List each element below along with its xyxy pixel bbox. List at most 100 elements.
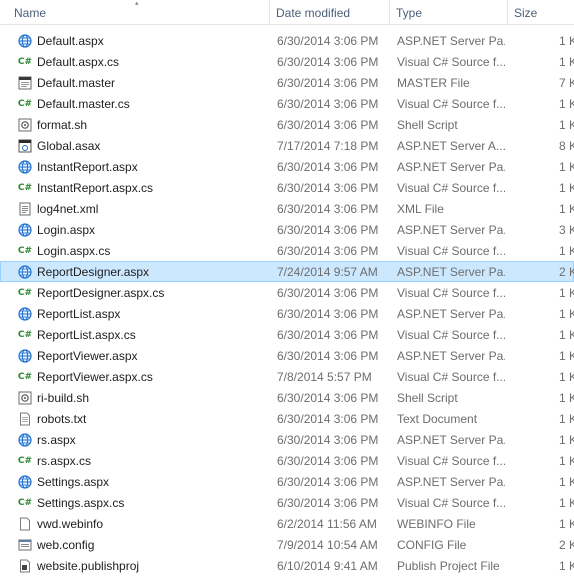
text-file-icon (18, 412, 32, 426)
file-row[interactable]: format.sh 6/30/2014 3:06 PM Shell Script 1 … (0, 114, 574, 135)
csharp-icon: C# (17, 245, 33, 256)
file-row[interactable]: C# rs.aspx.cs 6/30/2014 3:06 PM Visual C# S… (0, 450, 574, 471)
file-size: 1 K (559, 433, 574, 447)
file-name: Global.asax (37, 139, 101, 153)
master-file-icon (18, 76, 32, 90)
file-row[interactable]: C# ReportList.aspx.cs 6/30/2014 3:06 PM Vis… (0, 324, 574, 345)
file-size: 2 K (559, 265, 574, 279)
file-row[interactable]: Global.asax 7/17/2014 7:18 PM ASP.NET Serv… (0, 135, 574, 156)
file-date-modified: 6/2/2014 11:56 AM (277, 517, 377, 531)
asax-icon (18, 139, 32, 153)
file-date-modified: 6/30/2014 3:06 PM (277, 412, 379, 426)
file-name: InstantReport.aspx.cs (37, 181, 154, 195)
file-size: 1 K (559, 517, 574, 531)
file-name: rs.aspx (37, 433, 76, 447)
file-row[interactable]: C# ReportViewer.aspx.cs 7/8/2014 5:57 PM Vi… (0, 366, 574, 387)
file-date-modified: 7/17/2014 7:18 PM (277, 139, 379, 153)
file-type: Visual C# Source f... (397, 97, 505, 111)
file-type: ASP.NET Server Pa... (397, 160, 505, 174)
file-date-modified: 7/24/2014 9:57 AM (277, 265, 378, 279)
file-row[interactable]: C# Login.aspx.cs 6/30/2014 3:06 PM Visual C… (0, 240, 574, 261)
file-row[interactable]: C# InstantReport.aspx.cs 6/30/2014 3:06 PM… (0, 177, 574, 198)
file-row[interactable]: vwd.webinfo 6/2/2014 11:56 AM WEBINFO File… (0, 513, 574, 534)
file-row[interactable]: Settings.aspx 6/30/2014 3:06 PM ASP.NET Se… (0, 471, 574, 492)
file-type: ASP.NET Server Pa... (397, 433, 505, 447)
file-name: web.config (37, 538, 95, 552)
file-type: ASP.NET Server A... (397, 139, 505, 153)
file-date-modified: 6/30/2014 3:06 PM (277, 55, 379, 69)
csharp-icon: C# (17, 287, 33, 298)
file-name: Login.aspx.cs (37, 244, 111, 258)
file-size: 1 K (559, 559, 574, 573)
file-row[interactable]: web.config 7/9/2014 10:54 AM CONFIG File 2 … (0, 534, 574, 555)
file-row[interactable]: InstantReport.aspx 6/30/2014 3:06 PM ASP.N… (0, 156, 574, 177)
file-size: 1 K (559, 370, 574, 384)
csharp-icon: C# (17, 329, 33, 340)
file-row[interactable]: rs.aspx 6/30/2014 3:06 PM ASP.NET Server P… (0, 429, 574, 450)
file-type: MASTER File (397, 76, 470, 90)
file-size: 7 K (559, 76, 574, 90)
file-date-modified: 6/30/2014 3:06 PM (277, 202, 379, 216)
file-name: InstantReport.aspx (37, 160, 138, 174)
column-header-bar: Name ▴ Date modified Type Size (0, 0, 574, 25)
file-name: ReportList.aspx (37, 307, 121, 321)
file-row[interactable]: ri-build.sh 6/30/2014 3:06 PM Shell Script… (0, 387, 574, 408)
file-name: Settings.aspx (37, 475, 110, 489)
file-date-modified: 6/30/2014 3:06 PM (277, 433, 379, 447)
file-row[interactable]: Default.master 6/30/2014 3:06 PM MASTER Fi… (0, 72, 574, 93)
file-date-modified: 6/30/2014 3:06 PM (277, 496, 379, 510)
file-row[interactable]: Default.aspx 6/30/2014 3:06 PM ASP.NET Ser… (0, 30, 574, 51)
file-type: Visual C# Source f... (397, 55, 505, 69)
file-type: Visual C# Source f... (397, 244, 505, 258)
file-size: 1 K (559, 202, 574, 216)
blank-file-icon (18, 517, 32, 531)
file-date-modified: 6/30/2014 3:06 PM (277, 454, 379, 468)
globe-icon (18, 34, 32, 48)
column-header-size[interactable]: Size (508, 0, 574, 24)
file-row[interactable]: C# Default.master.cs 6/30/2014 3:06 PM Visu… (0, 93, 574, 114)
file-row[interactable]: website.publishproj 6/10/2014 9:41 AM Publ… (0, 555, 574, 576)
file-row[interactable]: ReportList.aspx 6/30/2014 3:06 PM ASP.NET … (0, 303, 574, 324)
file-name: ReportDesigner.aspx (37, 265, 150, 279)
file-name: Default.master (37, 76, 116, 90)
file-row[interactable]: C# ReportDesigner.aspx.cs 6/30/2014 3:06 P… (0, 282, 574, 303)
file-name: robots.txt (37, 412, 87, 426)
file-name: format.sh (37, 118, 88, 132)
file-size: 1 K (559, 412, 574, 426)
file-name: ReportViewer.aspx (37, 349, 138, 363)
file-size: 1 K (559, 55, 574, 69)
file-size: 8 K (559, 139, 574, 153)
column-header-date-modified[interactable]: Date modified (270, 0, 390, 24)
file-name: vwd.webinfo (37, 517, 104, 531)
file-row[interactable]: robots.txt 6/30/2014 3:06 PM Text Document… (0, 408, 574, 429)
file-date-modified: 6/30/2014 3:06 PM (277, 286, 379, 300)
file-size: 3 K (559, 223, 574, 237)
shell-script-icon (18, 118, 32, 132)
file-type: ASP.NET Server Pa... (397, 265, 505, 279)
file-row[interactable]: ReportViewer.aspx 6/30/2014 3:06 PM ASP.NE… (0, 345, 574, 366)
file-size: 1 K (559, 118, 574, 132)
globe-icon (18, 160, 32, 174)
file-type: Shell Script (397, 391, 458, 405)
file-type: Text Document (397, 412, 478, 426)
file-row[interactable]: Login.aspx 6/30/2014 3:06 PM ASP.NET Serve… (0, 219, 574, 240)
file-date-modified: 7/8/2014 5:57 PM (277, 370, 372, 384)
file-size: 1 K (559, 307, 574, 321)
file-size: 1 K (559, 328, 574, 342)
file-row[interactable]: C# Default.aspx.cs 6/30/2014 3:06 PM Visual… (0, 51, 574, 72)
file-row[interactable]: C# Settings.aspx.cs 6/30/2014 3:06 PM Visua… (0, 492, 574, 513)
column-header-type[interactable]: Type (390, 0, 508, 24)
file-type: WEBINFO File (397, 517, 476, 531)
file-row[interactable]: log4net.xml 6/30/2014 3:06 PM XML File 1 K (0, 198, 574, 219)
file-type: ASP.NET Server Pa... (397, 475, 505, 489)
file-type: Visual C# Source f... (397, 286, 505, 300)
file-type: ASP.NET Server Pa... (397, 34, 505, 48)
file-name: log4net.xml (37, 202, 99, 216)
file-date-modified: 6/30/2014 3:06 PM (277, 349, 379, 363)
file-date-modified: 6/30/2014 3:06 PM (277, 391, 379, 405)
file-row[interactable]: ReportDesigner.aspx 7/24/2014 9:57 AM ASP.… (0, 261, 574, 282)
file-date-modified: 6/30/2014 3:06 PM (277, 97, 379, 111)
file-date-modified: 7/9/2014 10:54 AM (277, 538, 378, 552)
shell-script-icon (18, 391, 32, 405)
file-size: 1 K (559, 391, 574, 405)
